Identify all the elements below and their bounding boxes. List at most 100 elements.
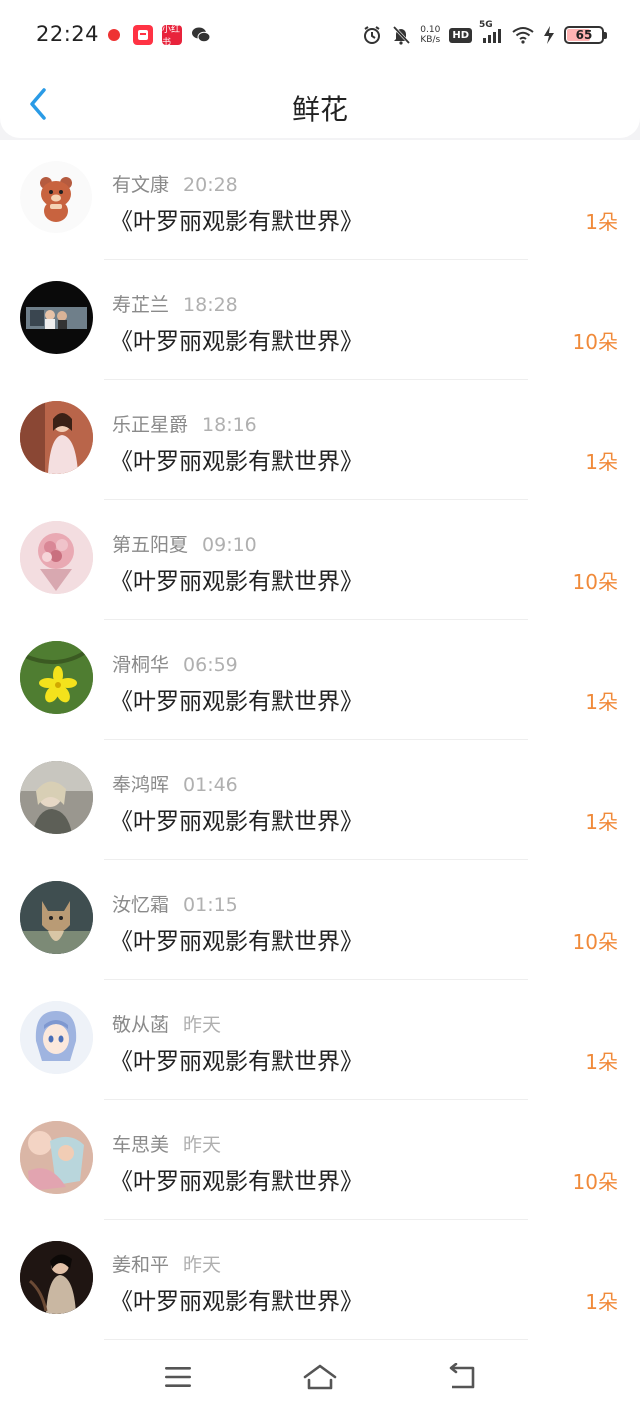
charging-icon <box>543 25 555 45</box>
send-time: 01:46 <box>183 774 238 796</box>
flower-amount: 1朵 <box>585 690 618 714</box>
list-item[interactable]: 寿芷兰 18:28 《叶罗丽观影有默世界》 10朵 <box>0 260 640 380</box>
send-time: 昨天 <box>183 1134 222 1156</box>
send-time: 20:28 <box>183 174 238 196</box>
sender-name: 车思美 <box>112 1134 170 1156</box>
menu-button[interactable] <box>158 1360 198 1394</box>
avatar[interactable] <box>20 881 93 954</box>
flower-amount: 1朵 <box>585 1050 618 1074</box>
signal-label: 5G <box>479 20 493 30</box>
flower-amount: 10朵 <box>572 330 618 354</box>
battery-icon: 65 <box>564 26 607 44</box>
flower-amount: 1朵 <box>585 450 618 474</box>
sender-name: 滑桐华 <box>112 654 170 676</box>
top-bar: 22:24 小红书 0.10 KB/s HD 5G 65 鲜花 <box>0 0 640 138</box>
signal-icon: 5G <box>479 20 503 44</box>
work-title: 《叶罗丽观影有默世界》 <box>110 1049 363 1075</box>
nav-bar: 鲜花 <box>0 70 640 138</box>
notification-icons: 小红书 <box>104 24 211 48</box>
wifi-icon <box>512 26 534 44</box>
item-meta: 敬从菡 昨天 <box>112 1010 221 1037</box>
avatar[interactable] <box>20 1241 93 1314</box>
avatar[interactable] <box>20 761 93 834</box>
net-speed-value: 0.10 <box>420 25 441 35</box>
work-title: 《叶罗丽观影有默世界》 <box>110 929 363 955</box>
list-item[interactable]: 车思美 昨天 《叶罗丽观影有默世界》 10朵 <box>0 1100 640 1220</box>
work-title: 《叶罗丽观影有默世界》 <box>110 689 363 715</box>
mute-icon <box>391 25 411 45</box>
notification-app-icon <box>104 25 124 45</box>
system-back-button[interactable] <box>442 1360 482 1394</box>
flower-amount: 10朵 <box>572 1170 618 1194</box>
net-speed-unit: KB/s <box>420 35 441 45</box>
send-time: 06:59 <box>183 654 238 676</box>
avatar[interactable] <box>20 161 93 234</box>
xiaohongshu-icon: 小红书 <box>162 25 182 48</box>
item-meta: 姜和平 昨天 <box>112 1250 221 1277</box>
notification-app-icon <box>133 25 153 45</box>
list-item[interactable]: 奉鸿晖 01:46 《叶罗丽观影有默世界》 1朵 <box>0 740 640 860</box>
status-time: 22:24 <box>36 22 100 46</box>
flower-amount: 10朵 <box>572 930 618 954</box>
back-icon <box>449 1363 475 1389</box>
send-time: 01:15 <box>183 894 238 916</box>
menu-icon <box>165 1367 191 1387</box>
hd-badge: HD <box>449 27 472 43</box>
home-button[interactable] <box>300 1360 340 1394</box>
item-meta: 奉鸿晖 01:46 <box>112 770 238 797</box>
status-bar: 22:24 小红书 0.10 KB/s HD 5G 65 <box>0 0 640 70</box>
list-item[interactable]: 有文康 20:28 《叶罗丽观影有默世界》 1朵 <box>0 140 640 260</box>
item-meta: 第五阳夏 09:10 <box>112 530 257 557</box>
flower-amount: 10朵 <box>572 570 618 594</box>
item-meta: 滑桐华 06:59 <box>112 650 238 677</box>
flower-list: 有文康 20:28 《叶罗丽观影有默世界》 1朵 寿芷兰 18:28 《叶罗丽观影有… <box>0 140 640 1340</box>
work-title: 《叶罗丽观影有默世界》 <box>110 449 363 475</box>
sender-name: 汝忆霜 <box>112 894 170 916</box>
flower-amount: 1朵 <box>585 1290 618 1314</box>
list-item[interactable]: 乐正星爵 18:16 《叶罗丽观影有默世界》 1朵 <box>0 380 640 500</box>
work-title: 《叶罗丽观影有默世界》 <box>110 1289 363 1315</box>
sender-name: 有文康 <box>112 174 170 196</box>
item-meta: 车思美 昨天 <box>112 1130 221 1157</box>
list-item[interactable]: 姜和平 昨天 《叶罗丽观影有默世界》 1朵 <box>0 1220 640 1340</box>
avatar[interactable] <box>20 641 93 714</box>
send-time: 18:28 <box>183 294 238 316</box>
status-right: 0.10 KB/s HD 5G 65 <box>362 20 607 48</box>
work-title: 《叶罗丽观影有默世界》 <box>110 569 363 595</box>
list-item[interactable]: 敬从菡 昨天 《叶罗丽观影有默世界》 1朵 <box>0 980 640 1100</box>
item-meta: 有文康 20:28 <box>112 170 238 197</box>
list-item[interactable]: 第五阳夏 09:10 《叶罗丽观影有默世界》 10朵 <box>0 500 640 620</box>
sender-name: 敬从菡 <box>112 1014 170 1036</box>
send-time: 昨天 <box>183 1014 222 1036</box>
sender-name: 奉鸿晖 <box>112 774 170 796</box>
sender-name: 乐正星爵 <box>112 414 189 436</box>
wechat-icon <box>191 25 211 45</box>
item-meta: 乐正星爵 18:16 <box>112 410 257 437</box>
avatar[interactable] <box>20 1001 93 1074</box>
send-time: 18:16 <box>202 414 257 436</box>
item-meta: 汝忆霜 01:15 <box>112 890 238 917</box>
work-title: 《叶罗丽观影有默世界》 <box>110 209 363 235</box>
sender-name: 第五阳夏 <box>112 534 189 556</box>
sender-name: 寿芷兰 <box>112 294 170 316</box>
avatar[interactable] <box>20 521 93 594</box>
home-icon <box>303 1364 337 1390</box>
avatar[interactable] <box>20 401 93 474</box>
work-title: 《叶罗丽观影有默世界》 <box>110 809 363 835</box>
list-item[interactable]: 滑桐华 06:59 《叶罗丽观影有默世界》 1朵 <box>0 620 640 740</box>
flower-amount: 1朵 <box>585 810 618 834</box>
sender-name: 姜和平 <box>112 1254 170 1276</box>
net-speed: 0.10 KB/s <box>420 25 440 45</box>
page-title: 鲜花 <box>291 93 348 126</box>
item-meta: 寿芷兰 18:28 <box>112 290 238 317</box>
alarm-icon <box>362 25 382 45</box>
work-title: 《叶罗丽观影有默世界》 <box>110 1169 363 1195</box>
work-title: 《叶罗丽观影有默世界》 <box>110 329 363 355</box>
send-time: 09:10 <box>202 534 257 556</box>
avatar[interactable] <box>20 1121 93 1194</box>
list-item[interactable]: 汝忆霜 01:15 《叶罗丽观影有默世界》 10朵 <box>0 860 640 980</box>
avatar[interactable] <box>20 281 93 354</box>
flower-amount: 1朵 <box>585 210 618 234</box>
send-time: 昨天 <box>183 1254 222 1276</box>
battery-level: 65 <box>575 28 593 42</box>
